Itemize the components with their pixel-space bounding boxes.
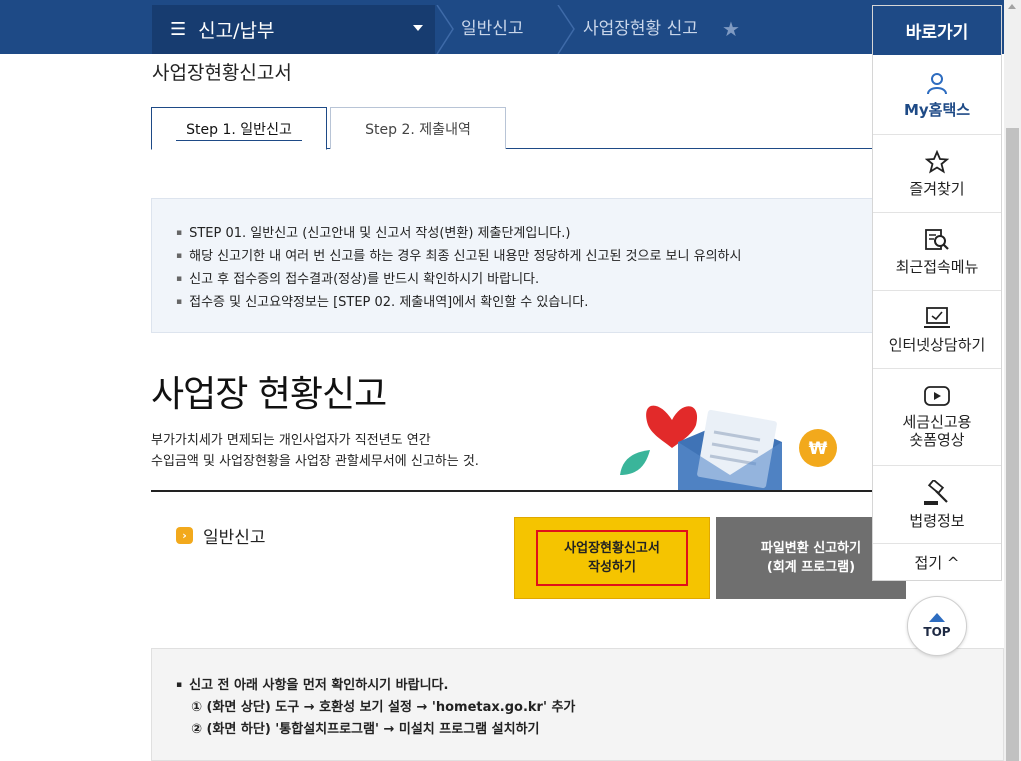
- write-report-label: 사업장현황신고서: [564, 541, 660, 556]
- section-title: 사업장 현황신고: [151, 374, 387, 415]
- section-label-text: 일반신고: [203, 528, 266, 548]
- write-report-button[interactable]: 사업장현황신고서 작성하기: [514, 517, 710, 599]
- info-line: STEP 01. 일반신고 (신고안내 및 신고서 작성(변환) 제출단계입니다…: [176, 222, 872, 245]
- quick-links-title: 바로가기: [873, 6, 1001, 55]
- quick-item-label: 세금신고용: [902, 413, 972, 431]
- arrow-up-icon: [929, 613, 945, 622]
- section-divider: [151, 490, 873, 492]
- notice-title: 신고 전 아래 사항을 먼저 확인하시기 바랍니다.: [176, 674, 1003, 697]
- caret-down-icon: [413, 25, 423, 31]
- recent-search-icon: [925, 228, 949, 250]
- quick-item-recent[interactable]: 최근접속메뉴: [873, 213, 1001, 291]
- scrollbar[interactable]: [1004, 0, 1021, 761]
- breadcrumb-item-general[interactable]: 일반신고: [461, 5, 524, 54]
- quick-links-panel: 바로가기 My홈택스 즐겨찾기 최근접속메뉴 인터넷상담하기 세금신고용 숏폼영…: [872, 5, 1002, 581]
- tab-step1[interactable]: Step 1. 일반신고: [151, 107, 327, 150]
- breadcrumb-item-business[interactable]: 사업장현황 신고: [583, 5, 698, 54]
- svg-text:₩: ₩: [809, 439, 828, 459]
- person-icon: [927, 72, 947, 94]
- leaf-icon: [620, 450, 650, 475]
- step-tabs: Step 1. 일반신고 Step 2. 제출내역: [151, 107, 873, 150]
- gavel-icon: [924, 479, 948, 505]
- top-nav: ☰ 신고/납부 일반신고 사업장현황 신고 ★: [0, 0, 1005, 54]
- quick-item-label: 법령정보: [909, 511, 965, 530]
- breadcrumb-separator-icon: [556, 5, 578, 54]
- notice-step: ② (화면 하단) '통합설치프로그램' → 미설치 프로그램 설치하기: [191, 722, 540, 737]
- tab-step2[interactable]: Step 2. 제출내역: [330, 107, 506, 149]
- info-line: 신고 후 접수증의 접수결과(정상)를 반드시 확인하시기 바랍니다.: [176, 268, 872, 291]
- info-line: 해당 신고기한 내 여러 번 신고를 하는 경우 최종 신고된 내용만 정당하게…: [176, 245, 872, 268]
- write-report-label: 작성하기: [588, 560, 636, 575]
- scroll-up-icon[interactable]: [1008, 4, 1016, 9]
- description-line: 부가가치세가 면제되는 개인사업자가 직전년도 연간: [151, 433, 431, 448]
- quick-item-label: 즐겨찾기: [909, 179, 965, 198]
- info-line: 접수증 및 신고요약정보는 [STEP 02. 제출내역]에서 확인할 수 있습…: [176, 291, 872, 314]
- monitor-chat-icon: [924, 306, 950, 328]
- quick-item-favorites[interactable]: 즐겨찾기: [873, 135, 1001, 213]
- write-report-highlight: 사업장현황신고서 작성하기: [536, 530, 688, 586]
- chevron-right-icon: ›: [176, 527, 193, 544]
- envelope-illustration: ₩: [620, 405, 837, 490]
- quick-item-label: 최근접속메뉴: [895, 257, 979, 276]
- page-title: 사업장현황신고서: [152, 62, 292, 84]
- notice-step: ① (화면 상단) 도구 → 호환성 보기 설정 → 'hometax.go.k…: [191, 700, 576, 715]
- quick-item-label: 인터넷상담하기: [888, 335, 986, 354]
- description-line: 수입금액 및 사업장현황을 사업장 관할세무서에 신고하는 것.: [151, 454, 479, 469]
- quick-item-my-hometax[interactable]: My홈택스: [873, 55, 1001, 135]
- file-convert-label: (회계 프로그램): [766, 560, 856, 575]
- section-description: 부가가치세가 면제되는 개인사업자가 직전년도 연간 수입금액 및 사업장현황을…: [151, 430, 479, 472]
- fold-button[interactable]: 접기 ^: [873, 544, 1001, 580]
- breadcrumb-separator-icon: [435, 5, 457, 54]
- quick-item-label: 숏폼영상: [909, 431, 965, 449]
- tab-step1-label: Step 1. 일반신고: [186, 121, 292, 138]
- info-box: STEP 01. 일반신고 (신고안내 및 신고서 작성(변환) 제출단계입니다…: [151, 198, 873, 333]
- general-report-label: › 일반신고: [176, 523, 266, 548]
- favorite-star-icon[interactable]: ★: [722, 17, 740, 41]
- tab-underline: [176, 140, 302, 141]
- menu-title: 신고/납부: [198, 20, 275, 42]
- hamburger-icon: ☰: [170, 19, 187, 40]
- menu-dropdown[interactable]: ☰ 신고/납부: [152, 5, 435, 54]
- quick-item-consult[interactable]: 인터넷상담하기: [873, 291, 1001, 369]
- file-convert-label: 파일변환 신고하기: [760, 541, 862, 556]
- quick-item-shorts[interactable]: 세금신고용 숏폼영상: [873, 369, 1001, 466]
- star-outline-icon: [925, 149, 949, 173]
- quick-item-law[interactable]: 법령정보: [873, 466, 1001, 544]
- play-icon: [924, 386, 950, 406]
- top-label: TOP: [923, 625, 951, 639]
- tab-step2-label: Step 2. 제출내역: [365, 121, 471, 138]
- notice-box: 신고 전 아래 사항을 먼저 확인하시기 바랍니다. ① (화면 상단) 도구 …: [151, 648, 1004, 761]
- quick-item-label: My홈택스: [903, 100, 971, 119]
- scroll-top-button[interactable]: TOP: [907, 596, 967, 656]
- scrollbar-thumb[interactable]: [1006, 128, 1019, 761]
